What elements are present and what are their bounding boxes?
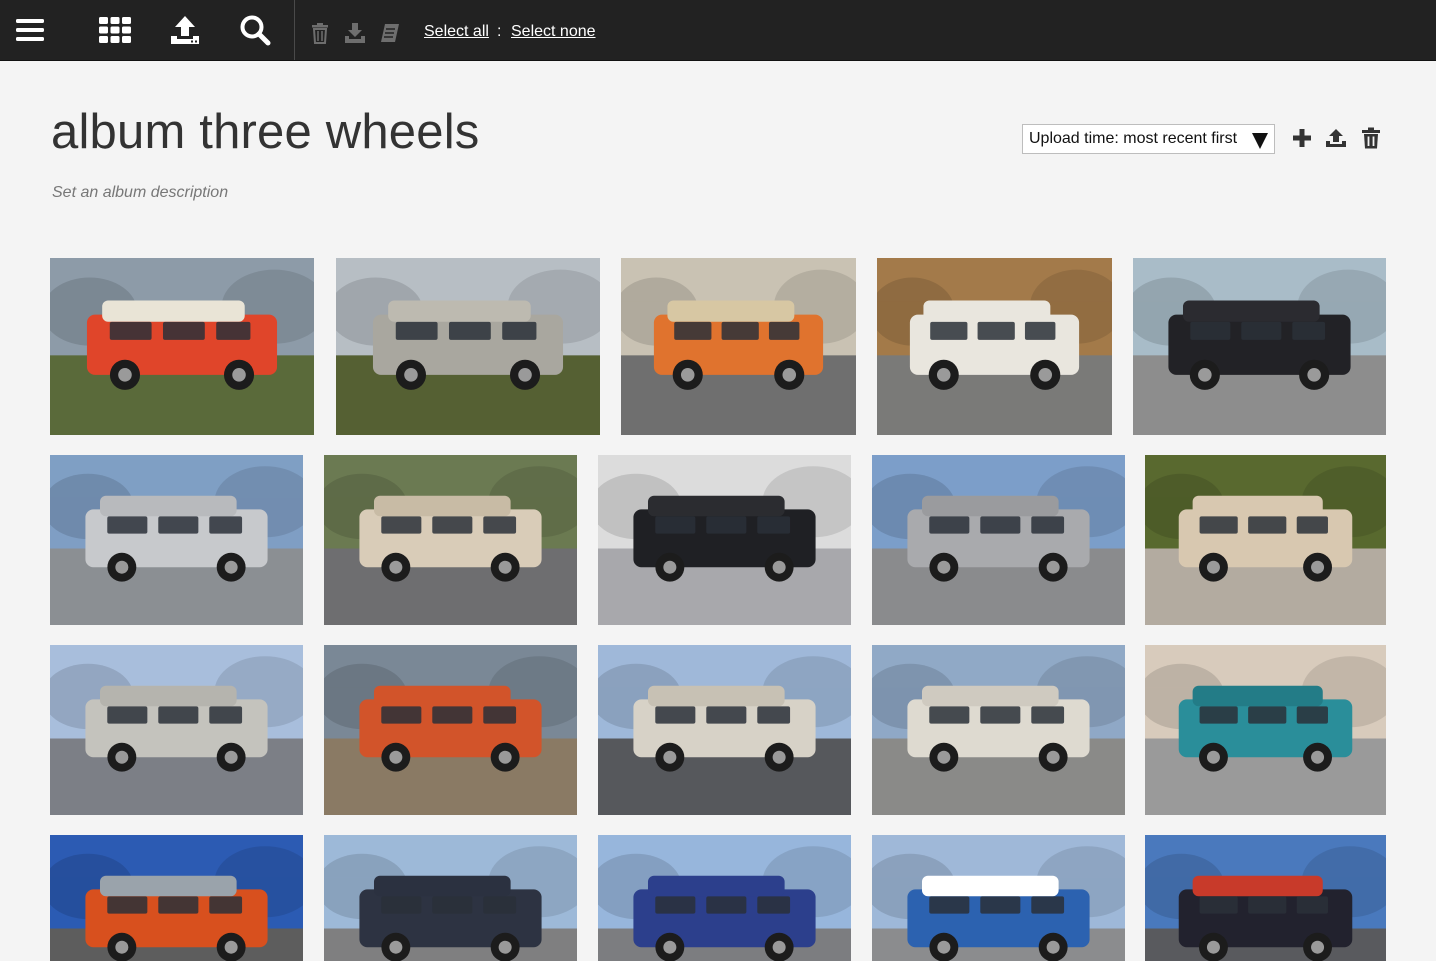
delete-album-icon[interactable] <box>1359 126 1383 150</box>
search-icon[interactable] <box>237 12 273 48</box>
hamburger-menu-icon[interactable] <box>12 12 48 48</box>
photo-thumbnail[interactable] <box>1133 258 1386 435</box>
photo-thumbnail[interactable] <box>1145 455 1386 625</box>
grid-icon[interactable] <box>97 12 133 48</box>
sort-order-select[interactable]: Upload time: most recent first <box>1022 124 1275 154</box>
download-icon[interactable] <box>343 21 367 45</box>
photo-thumbnail[interactable] <box>1145 645 1386 815</box>
photo-thumbnail[interactable] <box>872 835 1125 961</box>
photo-thumbnail[interactable] <box>1145 835 1386 961</box>
photo-thumbnail[interactable] <box>324 455 577 625</box>
photo-thumbnail[interactable] <box>324 835 577 961</box>
photo-thumbnail[interactable] <box>877 258 1112 435</box>
trash-icon[interactable] <box>308 21 332 45</box>
add-to-album-icon[interactable] <box>378 21 402 45</box>
photo-thumbnail[interactable] <box>324 645 577 815</box>
select-separator: : <box>497 23 502 40</box>
top-toolbar: Select all : Select none <box>0 0 1436 61</box>
photo-thumbnail[interactable] <box>872 455 1125 625</box>
photo-thumbnail[interactable] <box>598 455 851 625</box>
photo-thumbnail[interactable] <box>50 258 314 435</box>
album-description[interactable]: Set an album description <box>52 184 228 202</box>
photo-thumbnail[interactable] <box>336 258 600 435</box>
upload-icon[interactable] <box>167 12 203 48</box>
photo-thumbnail[interactable] <box>872 645 1125 815</box>
toolbar-divider <box>294 0 295 60</box>
photo-thumbnail[interactable] <box>50 645 303 815</box>
photo-thumbnail[interactable] <box>598 835 851 961</box>
album-upload-icon[interactable] <box>1324 126 1348 150</box>
photo-thumbnail[interactable] <box>50 835 303 961</box>
album-title[interactable]: album three wheels <box>51 104 480 160</box>
select-all-link[interactable]: Select all <box>424 23 489 41</box>
photo-thumbnail[interactable] <box>598 645 851 815</box>
photo-thumbnail[interactable] <box>50 455 303 625</box>
plus-icon[interactable] <box>1290 126 1314 150</box>
photo-thumbnail[interactable] <box>621 258 856 435</box>
sort-order-value: Upload time: most recent first <box>1029 130 1238 147</box>
dropdown-arrow-icon <box>1252 133 1268 149</box>
select-none-link[interactable]: Select none <box>511 23 596 41</box>
